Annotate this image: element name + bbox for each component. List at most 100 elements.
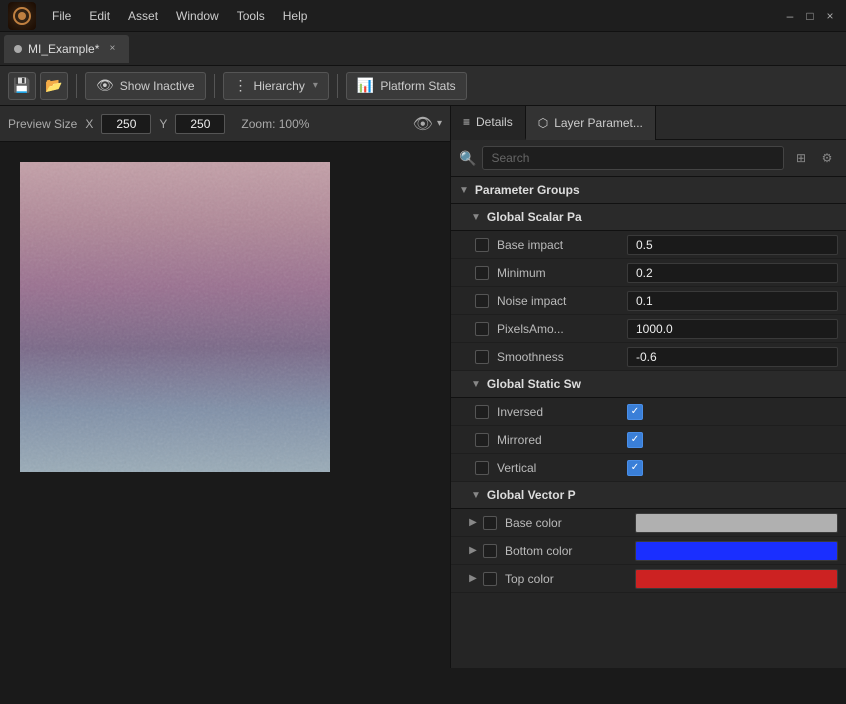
smoothness-label: Smoothness	[497, 350, 627, 364]
section-global-static[interactable]: ▼ Global Static Sw	[451, 371, 846, 398]
minimum-label: Minimum	[497, 266, 627, 280]
smoothness-value[interactable]: -0.6	[627, 347, 838, 367]
preview-x-input[interactable]	[101, 114, 151, 134]
hierarchy-button[interactable]: ⋮ Hierarchy ▾	[223, 72, 329, 100]
tab-mi-example[interactable]: MI_Example* ×	[4, 35, 129, 63]
hierarchy-icon: ⋮	[234, 77, 248, 94]
layer-params-tab-icon: ⬡	[538, 116, 548, 130]
minimum-value[interactable]: 0.2	[627, 263, 838, 283]
settings-button[interactable]: ⚙	[816, 147, 838, 169]
pixels-amount-value[interactable]: 1000.0	[627, 319, 838, 339]
vertical-label: Vertical	[497, 461, 627, 475]
noise-impact-label: Noise impact	[497, 294, 627, 308]
preview-y-input[interactable]	[175, 114, 225, 134]
preview-size-label: Preview Size	[8, 117, 77, 131]
tab-dot	[14, 45, 22, 53]
search-icons: ⊞ ⚙	[790, 147, 838, 169]
save-icon: 💾	[13, 77, 30, 94]
noise-impact-value[interactable]: 0.1	[627, 291, 838, 311]
bottom-color-label: Bottom color	[505, 544, 635, 558]
base-color-label: Base color	[505, 516, 635, 530]
search-input[interactable]	[482, 146, 784, 170]
menu-tools[interactable]: Tools	[229, 7, 273, 25]
bottom-color-swatch[interactable]	[635, 541, 838, 561]
tab-layer-params[interactable]: ⬡ Layer Paramet...	[526, 106, 656, 140]
platform-stats-button[interactable]: 📊 Platform Stats	[346, 72, 467, 100]
pixels-amount-checkbox[interactable]	[475, 322, 489, 336]
base-color-expand-button[interactable]: ▶	[467, 517, 479, 529]
open-icon: 📂	[45, 77, 62, 94]
details-panel: ≡ Details ⬡ Layer Paramet... 🔍 ⊞ ⚙ ▼ Par…	[450, 106, 846, 668]
global-vector-label: Global Vector P	[487, 488, 576, 502]
section-global-scalar[interactable]: ▼ Global Scalar Pa	[451, 204, 846, 231]
tab-bar: MI_Example* ×	[0, 32, 846, 66]
smoothness-text: -0.6	[636, 350, 829, 364]
view-toggle-button[interactable]: ⊞	[790, 147, 812, 169]
preview-canvas	[0, 142, 450, 668]
properties-scroll[interactable]: ▼ Parameter Groups ▼ Global Scalar Pa Ba…	[451, 177, 846, 668]
minimum-checkbox[interactable]	[475, 266, 489, 280]
x-label: X	[85, 117, 93, 131]
show-inactive-button[interactable]: 👁 Show Inactive	[85, 72, 206, 100]
base-impact-value[interactable]: 0.5	[627, 235, 838, 255]
property-row-noise-impact: Noise impact 0.1	[451, 287, 846, 315]
property-row-smoothness: Smoothness -0.6	[451, 343, 846, 371]
eye-button[interactable]: 👁 ▾	[413, 114, 442, 134]
inversed-value-checkbox[interactable]	[627, 404, 643, 420]
tab-details[interactable]: ≡ Details	[451, 106, 526, 140]
menu-help[interactable]: Help	[275, 7, 316, 25]
base-color-swatch[interactable]	[635, 513, 838, 533]
bottom-color-checkbox[interactable]	[483, 544, 497, 558]
zoom-label: Zoom: 100%	[241, 117, 309, 131]
menu-window[interactable]: Window	[168, 7, 227, 25]
pixels-amount-text: 1000.0	[636, 322, 829, 336]
maximize-button[interactable]: □	[802, 8, 818, 24]
top-color-checkbox[interactable]	[483, 572, 497, 586]
eye-dropdown-icon: ▾	[437, 118, 442, 129]
menu-asset[interactable]: Asset	[120, 7, 166, 25]
title-bar: File Edit Asset Window Tools Help – □ ×	[0, 0, 846, 32]
save-button[interactable]: 💾	[8, 72, 36, 100]
mirrored-value-checkbox[interactable]	[627, 432, 643, 448]
close-button[interactable]: ×	[822, 8, 838, 24]
noise-impact-text: 0.1	[636, 294, 829, 308]
base-color-checkbox[interactable]	[483, 516, 497, 530]
tab-label: MI_Example*	[28, 42, 99, 56]
vertical-value-checkbox[interactable]	[627, 460, 643, 476]
property-row-mirrored: Mirrored	[451, 426, 846, 454]
toolbar-separator-3	[337, 74, 338, 98]
preview-toolbar: Preview Size X Y Zoom: 100% 👁 ▾	[0, 106, 450, 142]
toolbar-separator-1	[76, 74, 77, 98]
section-parameter-groups[interactable]: ▼ Parameter Groups	[451, 177, 846, 204]
tab-close-button[interactable]: ×	[105, 42, 119, 56]
global-vector-arrow-icon: ▼	[471, 490, 481, 501]
inversed-checkbox[interactable]	[475, 405, 489, 419]
section-global-vector[interactable]: ▼ Global Vector P	[451, 482, 846, 509]
open-button[interactable]: 📂	[40, 72, 68, 100]
base-impact-checkbox[interactable]	[475, 238, 489, 252]
title-bar-left: File Edit Asset Window Tools Help	[8, 2, 782, 30]
layer-params-tab-label: Layer Paramet...	[554, 116, 643, 130]
preview-area: Preview Size X Y Zoom: 100% 👁 ▾	[0, 106, 450, 668]
base-impact-label: Base impact	[497, 238, 627, 252]
noise-impact-checkbox[interactable]	[475, 294, 489, 308]
minimize-button[interactable]: –	[782, 8, 798, 24]
property-row-base-color: ▶ Base color	[451, 509, 846, 537]
app-logo	[8, 2, 36, 30]
menu-edit[interactable]: Edit	[81, 7, 118, 25]
mirrored-checkbox[interactable]	[475, 433, 489, 447]
smoothness-checkbox[interactable]	[475, 350, 489, 364]
property-row-minimum: Minimum 0.2	[451, 259, 846, 287]
main-content: Preview Size X Y Zoom: 100% 👁 ▾ ≡ Detail…	[0, 106, 846, 668]
hierarchy-label: Hierarchy	[254, 79, 305, 93]
platform-stats-label: Platform Stats	[380, 79, 455, 93]
show-inactive-icon: 👁	[96, 77, 114, 94]
top-color-swatch[interactable]	[635, 569, 838, 589]
menu-file[interactable]: File	[44, 7, 79, 25]
bottom-color-expand-button[interactable]: ▶	[467, 545, 479, 557]
top-color-expand-button[interactable]: ▶	[467, 573, 479, 585]
vertical-checkbox[interactable]	[475, 461, 489, 475]
details-tab-icon: ≡	[463, 115, 470, 129]
top-color-label: Top color	[505, 572, 635, 586]
material-preview	[20, 162, 330, 472]
